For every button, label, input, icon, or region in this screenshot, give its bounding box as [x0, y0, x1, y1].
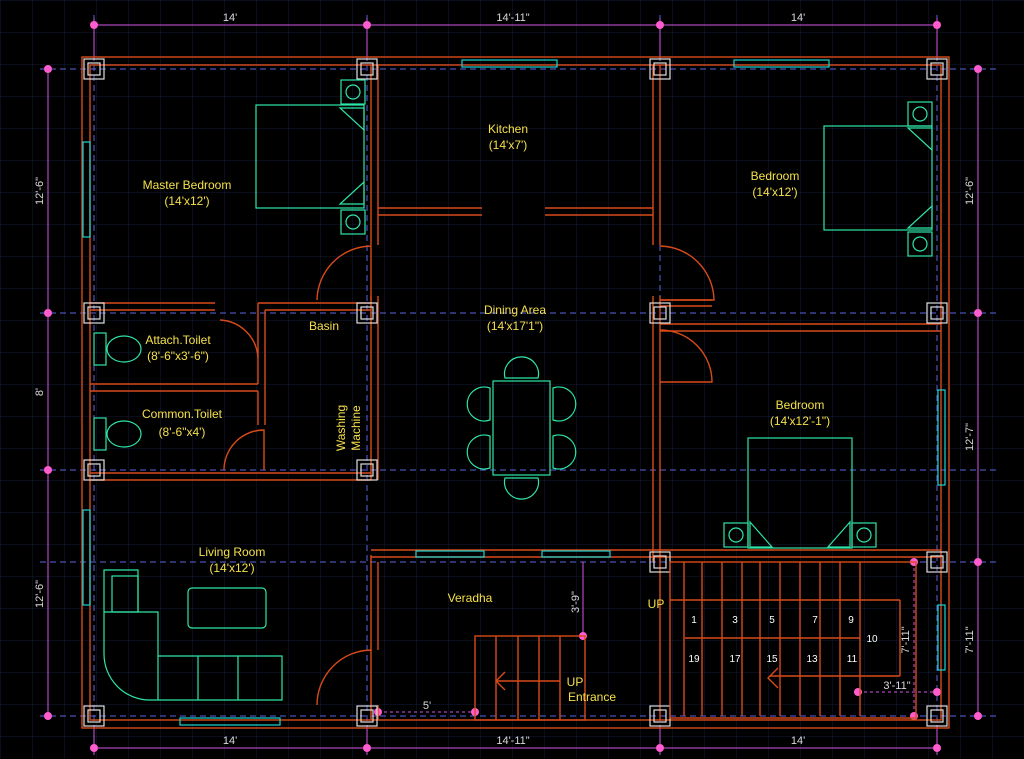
- kitchen-size: (14'x7'): [489, 138, 528, 152]
- attach-toilet-label: Attach.Toilet: [145, 333, 211, 347]
- stair-num-3: 3: [732, 615, 738, 626]
- stair-num-10: 10: [866, 634, 878, 645]
- master-bedroom-label: Master Bedroom: [143, 178, 232, 192]
- washing-machine-label-1: Washing: [334, 405, 348, 451]
- dim-inner-stair-width: 3'-11": [883, 680, 910, 692]
- kitchen-label: Kitchen: [488, 122, 528, 136]
- dim-inner-entrance: 5': [423, 700, 431, 712]
- bedroom-1-size: (14'x12'): [752, 185, 797, 199]
- dining-size: (14'x17'1"): [487, 319, 543, 333]
- common-toilet-label: Common.Toilet: [142, 407, 223, 421]
- stair-up-label: UP: [648, 597, 665, 611]
- entrance-up-label: UP: [567, 675, 584, 689]
- bedroom-2-label: Bedroom: [776, 398, 825, 412]
- dining-label: Dining Area: [484, 303, 546, 317]
- dim-right-1: 12'-6": [964, 177, 976, 205]
- stair-num-15: 15: [766, 654, 778, 665]
- living-room-label: Living Room: [199, 545, 266, 559]
- stair-num-17: 17: [729, 654, 741, 665]
- dim-bottom-3: 14': [791, 735, 805, 747]
- dim-top-2: 14'-11": [496, 12, 529, 24]
- stair-num-19: 19: [688, 654, 700, 665]
- dim-left-1: 12'-6": [34, 177, 46, 205]
- dim-bottom-1: 14': [223, 735, 237, 747]
- dim-left-3: 12'-6": [34, 580, 46, 608]
- washing-machine-label-2: Machine: [349, 405, 363, 451]
- attach-toilet-size: (8'-6"x3'-6"): [147, 349, 209, 363]
- living-room-size: (14'x12'): [209, 561, 254, 575]
- dim-right-3: 7'-11": [964, 626, 976, 653]
- stair-num-13: 13: [806, 654, 818, 665]
- stair-num-9: 9: [848, 615, 854, 626]
- stair-num-1: 1: [691, 615, 697, 626]
- stair-num-7: 7: [812, 615, 818, 626]
- basin-label: Basin: [309, 319, 339, 333]
- dim-top-3: 14': [791, 12, 805, 24]
- stair-num-5: 5: [769, 615, 775, 626]
- dim-left-2: 8': [34, 388, 46, 396]
- dim-inner-veradha: 3'-9": [570, 591, 582, 613]
- background-grid: [0, 0, 1024, 759]
- dim-right-2: 12'-7": [964, 423, 976, 451]
- dim-top-1: 14': [223, 12, 237, 24]
- dim-bottom-2: 14'-11": [496, 735, 529, 747]
- stair-num-11: 11: [847, 654, 858, 665]
- floor-plan-drawing: Master Bedroom (14'x12') Kitchen (14'x7'…: [0, 0, 1024, 759]
- bedroom-2-size: (14'x12'-1"): [770, 414, 830, 428]
- entrance-label: Entrance: [568, 690, 616, 704]
- veradha-label: Veradha: [448, 591, 493, 605]
- dim-inner-stair-height: 7'-11": [900, 626, 912, 653]
- common-toilet-size: (8'-6"x4'): [159, 425, 206, 439]
- bedroom-1-label: Bedroom: [751, 169, 800, 183]
- master-bedroom-size: (14'x12'): [164, 194, 209, 208]
